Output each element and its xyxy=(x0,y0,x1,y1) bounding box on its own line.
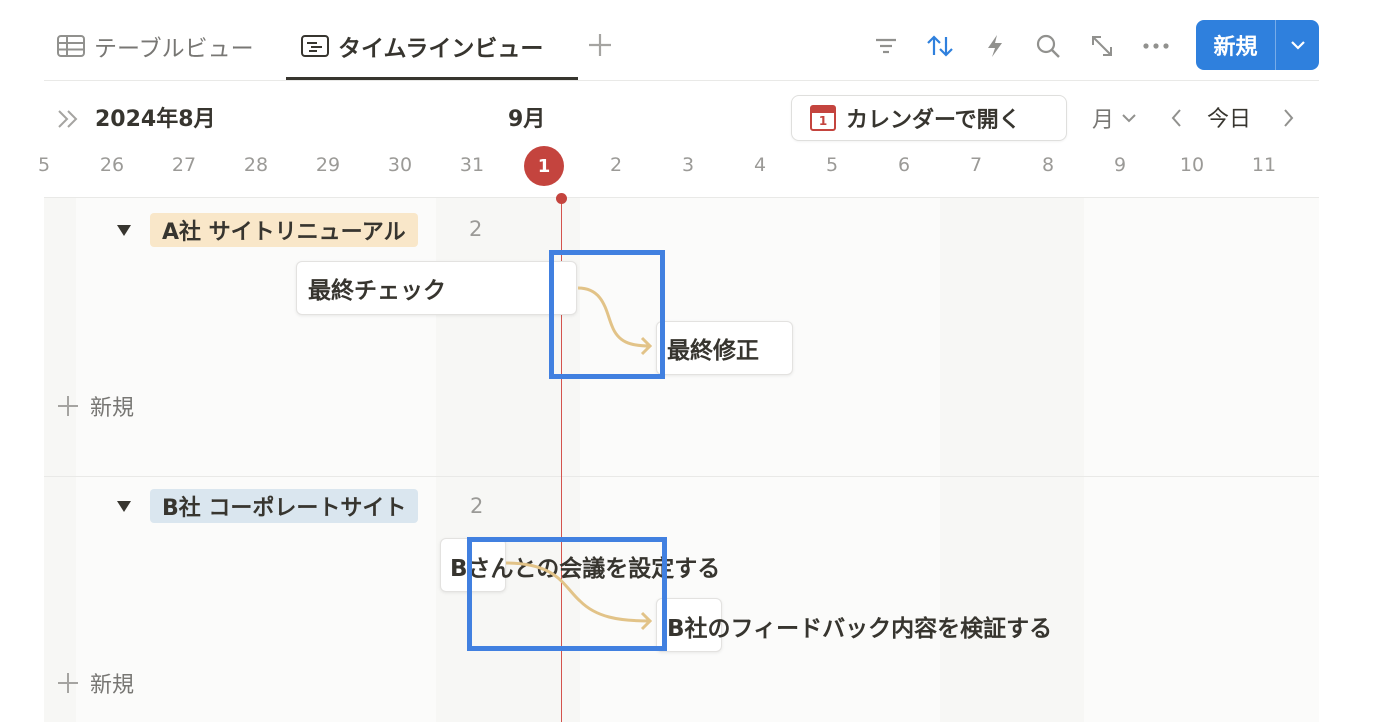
filter-icon xyxy=(876,38,896,54)
group-a-toggle[interactable] xyxy=(115,221,133,239)
automation-button[interactable] xyxy=(980,31,1010,61)
period-select-label: 月 xyxy=(1092,108,1115,133)
next-period-button[interactable] xyxy=(1276,104,1300,132)
day-label: 5 xyxy=(825,154,839,176)
new-button[interactable]: 新規 xyxy=(1196,20,1276,70)
weekday-columns xyxy=(1084,198,1319,722)
group-a-add-button[interactable]: 新規 xyxy=(56,391,134,421)
day-label: 3 xyxy=(681,154,695,176)
plus-icon xyxy=(58,673,78,693)
timeline-icon xyxy=(301,35,329,57)
day-label: 9 xyxy=(1113,154,1127,176)
task-card-label[interactable]: 最終修正 xyxy=(667,331,759,365)
task-card-label[interactable]: 最終チェック xyxy=(308,271,446,305)
weekend-column xyxy=(44,198,76,722)
new-options-dropdown[interactable] xyxy=(1276,20,1319,70)
group-a-tag: A社 サイトリニューアル xyxy=(150,213,418,247)
plus-icon xyxy=(58,396,78,416)
more-options-button[interactable] xyxy=(1141,31,1171,61)
day-label: 28 xyxy=(243,154,269,176)
open-in-calendar-label: カレンダーで開く xyxy=(846,108,1021,133)
expand-sidebar-button[interactable] xyxy=(55,106,81,132)
search-button[interactable] xyxy=(1033,31,1063,61)
group-b-add-button[interactable]: 新規 xyxy=(56,668,134,698)
dependency-arrow xyxy=(505,561,653,631)
add-view-button[interactable] xyxy=(586,27,614,63)
previous-period-button[interactable] xyxy=(1165,104,1189,132)
day-label: 26 xyxy=(99,154,125,176)
tab-timeline-view[interactable]: タイムラインビュー xyxy=(300,26,543,66)
day-label: 31 xyxy=(459,154,485,176)
triangle-down-icon xyxy=(117,501,131,512)
month-label-august: 2024年8月 xyxy=(95,107,216,132)
sort-icon xyxy=(927,35,953,57)
today-line-dot xyxy=(556,193,567,204)
chevron-down-icon xyxy=(1122,114,1136,123)
group-b-tag: B社 コーポレートサイト xyxy=(150,489,419,523)
day-label: 29 xyxy=(315,154,341,176)
dependency-arrow xyxy=(577,286,653,356)
day-label: 6 xyxy=(897,154,911,176)
group-b-add-label: 新規 xyxy=(90,673,135,698)
plus-icon xyxy=(589,34,611,56)
day-label: 2 xyxy=(609,154,623,176)
group-divider xyxy=(44,476,1319,477)
new-button-group: 新規 xyxy=(1196,20,1319,70)
chevron-down-icon xyxy=(1290,41,1305,50)
today-button[interactable]: 今日 xyxy=(1207,101,1251,133)
sort-button[interactable] xyxy=(925,31,955,61)
filter-button[interactable] xyxy=(871,31,901,61)
group-a-add-label: 新規 xyxy=(90,396,135,421)
group-b-count: 2 xyxy=(470,494,484,518)
open-full-page-button[interactable] xyxy=(1087,31,1117,61)
lightning-icon xyxy=(988,35,1002,57)
task-card-label[interactable]: B社のフィードバック内容を検証する xyxy=(667,609,1052,643)
expand-diagonal-icon xyxy=(1092,36,1112,56)
group-a-count: 2 xyxy=(469,217,483,241)
view-tab-bar: テーブルビュー タイムラインビュー 新規 xyxy=(0,0,1378,82)
table-icon xyxy=(57,35,85,57)
search-icon xyxy=(1036,34,1060,58)
period-select[interactable]: 月 xyxy=(1092,102,1138,134)
day-label: 4 xyxy=(753,154,767,176)
weekday-columns xyxy=(580,198,940,722)
tab-table-label: テーブルビュー xyxy=(94,36,254,62)
day-label: 5 xyxy=(37,154,51,176)
day-label: 27 xyxy=(171,154,197,176)
chevron-left-icon xyxy=(1171,109,1181,127)
day-label: 11 xyxy=(1251,154,1277,176)
day-label: 30 xyxy=(387,154,413,176)
month-label-september: 9月 xyxy=(508,107,546,132)
group-b-toggle[interactable] xyxy=(115,497,133,515)
day-label: 8 xyxy=(1041,154,1055,176)
more-icon xyxy=(1143,43,1169,49)
tab-bar-divider xyxy=(44,80,1319,81)
tab-table-view[interactable]: テーブルビュー xyxy=(56,26,254,66)
weekend-column xyxy=(940,198,1084,722)
calendar-icon: 1 xyxy=(810,105,836,131)
timeline-header-divider xyxy=(44,197,1319,198)
double-chevron-right-icon xyxy=(58,110,78,128)
tab-timeline-label: タイムラインビュー xyxy=(338,36,544,62)
triangle-down-icon xyxy=(117,225,131,236)
chevron-right-icon xyxy=(1284,109,1294,127)
day-label: 7 xyxy=(969,154,983,176)
day-label: 10 xyxy=(1179,154,1205,176)
today-marker: 1 xyxy=(524,146,564,186)
open-in-calendar-button[interactable]: 1 カレンダーで開く xyxy=(791,95,1067,141)
